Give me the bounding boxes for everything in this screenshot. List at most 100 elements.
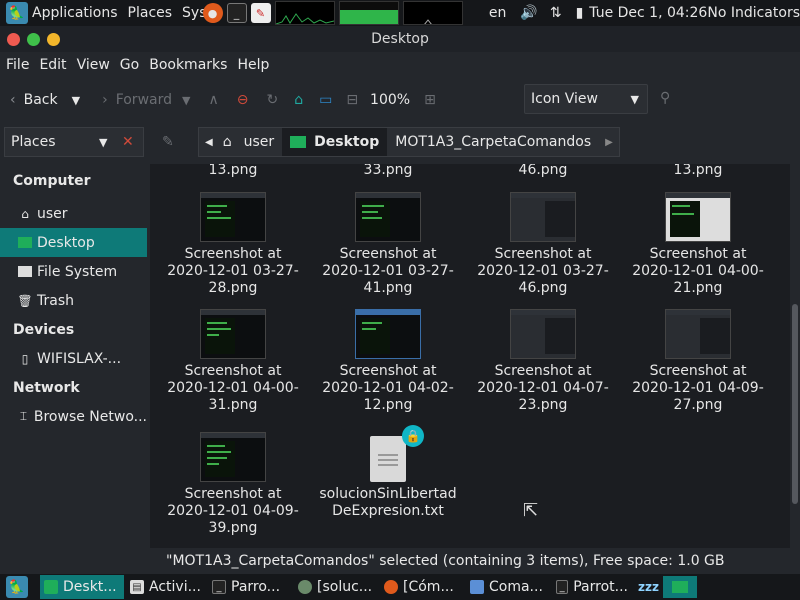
file-item[interactable]: Screenshot at 2020-12-01 04-09- 39.png bbox=[158, 432, 308, 537]
file-item[interactable]: Screenshot at 2020-12-01 03-27- 28.png bbox=[158, 192, 308, 297]
file-view[interactable]: 13.png 33.png 46.png 13.png Screenshot a… bbox=[150, 164, 790, 548]
location-bar: Places ▼ ✕ ✎ ◀ ⌂ user Desktop MOT1A3_Car… bbox=[0, 122, 800, 164]
close-sidepane-icon[interactable]: ✕ bbox=[122, 134, 134, 150]
crumb-desktop[interactable]: Desktop bbox=[282, 128, 388, 156]
zoom-in-icon[interactable]: ⊞ bbox=[424, 92, 436, 108]
editor-task-icon bbox=[298, 580, 312, 594]
terminal-icon[interactable]: _ bbox=[226, 3, 247, 23]
task-parrot-terminal-2[interactable]: _ Parrot... bbox=[552, 575, 632, 599]
places-menu[interactable]: Places bbox=[128, 5, 173, 21]
up-icon[interactable]: ∧ bbox=[208, 92, 218, 108]
sidebar-item-label: Trash bbox=[37, 292, 74, 309]
breadcrumb-left-arrow-icon[interactable]: ◀ bbox=[199, 137, 219, 148]
image-thumbnail bbox=[200, 432, 266, 482]
file-item[interactable]: 33.png bbox=[313, 164, 463, 179]
file-name-line2: 2020-12-01 04-09- bbox=[632, 380, 764, 396]
file-name-line2: 2020-12-01 03-27- bbox=[322, 263, 454, 279]
firefox-icon[interactable]: ● bbox=[202, 3, 223, 23]
applications-menu[interactable]: Applications bbox=[32, 5, 118, 21]
menu-bookmarks[interactable]: Bookmarks bbox=[149, 57, 227, 73]
workspace-icon bbox=[671, 581, 688, 593]
task-parrot-terminal-1[interactable]: _ Parro... bbox=[208, 575, 292, 599]
task-label: [soluc... bbox=[317, 579, 373, 595]
menubar: File Edit View Go Bookmarks Help bbox=[0, 52, 800, 78]
back-label: Back bbox=[23, 92, 58, 108]
home-folder-icon[interactable]: ⌂ bbox=[294, 92, 303, 108]
task-activities[interactable]: ▤ Activi... bbox=[126, 575, 206, 599]
computer-icon[interactable]: ▭ bbox=[319, 92, 332, 108]
sidebar-item-user[interactable]: ⌂ user bbox=[0, 199, 147, 228]
keyboard-layout[interactable]: en bbox=[489, 5, 507, 21]
menu-edit[interactable]: Edit bbox=[39, 57, 66, 73]
app-launcher-icon[interactable]: ✎ bbox=[250, 3, 271, 23]
file-item[interactable]: 13.png bbox=[623, 164, 773, 179]
sidebar-item-trash[interactable]: 🗑 Trash bbox=[0, 286, 147, 315]
file-name-line1: solucionSinLibertad bbox=[319, 486, 457, 502]
task-desktop[interactable]: Deskt... bbox=[40, 575, 124, 599]
file-item[interactable]: Screenshot at 2020-12-01 04-02- 12.png bbox=[313, 309, 463, 414]
file-item[interactable]: 46.png bbox=[468, 164, 618, 179]
breadcrumb-home-icon[interactable]: ⌂ bbox=[219, 134, 236, 150]
image-thumbnail bbox=[510, 309, 576, 359]
workspace-switcher[interactable] bbox=[662, 576, 697, 598]
titlebar[interactable]: Desktop bbox=[0, 26, 800, 52]
back-button[interactable]: ‹ Back bbox=[10, 85, 58, 115]
sidepane-select[interactable]: Places ▼ ✕ bbox=[4, 127, 144, 157]
file-item[interactable]: 13.png bbox=[158, 164, 308, 179]
file-item[interactable]: Screenshot at 2020-12-01 04-00- 31.png bbox=[158, 309, 308, 414]
terminal-task-icon: _ bbox=[212, 580, 226, 594]
file-name-line2: 2020-12-01 04-07- bbox=[477, 380, 609, 396]
forward-button[interactable]: › Forward bbox=[102, 85, 172, 115]
file-item[interactable]: Screenshot at 2020-12-01 03-27- 46.png bbox=[468, 192, 618, 297]
file-item[interactable]: Screenshot at 2020-12-01 03-27- 41.png bbox=[313, 192, 463, 297]
file-name-line3: 12.png bbox=[363, 397, 413, 413]
parrot-menu-icon[interactable]: 🦜 bbox=[6, 576, 28, 598]
toggle-path-icon[interactable]: ✎ bbox=[162, 134, 174, 150]
crumb-carpeta[interactable]: MOT1A3_CarpetaComandos bbox=[387, 128, 599, 156]
zoom-out-icon[interactable]: ⊟ bbox=[346, 92, 358, 108]
indicators[interactable]: No Indicators bbox=[707, 5, 800, 21]
menu-file[interactable]: File bbox=[6, 57, 29, 73]
sidebar-item-desktop[interactable]: Desktop bbox=[0, 228, 147, 257]
task-comandos[interactable]: Coma... bbox=[466, 575, 550, 599]
trash-icon: 🗑 bbox=[17, 293, 33, 308]
scrollbar[interactable] bbox=[790, 164, 800, 548]
image-thumbnail bbox=[355, 192, 421, 242]
sidebar-item-file-system[interactable]: File System bbox=[0, 257, 147, 286]
file-name-line3: 28.png bbox=[208, 280, 258, 296]
file-item[interactable]: Screenshot at 2020-12-01 04-07- 23.png bbox=[468, 309, 618, 414]
battery-icon[interactable]: ▮ bbox=[576, 5, 584, 21]
task-label: Activi... bbox=[149, 579, 201, 595]
file-name-line2: 2020-12-01 04-00- bbox=[167, 380, 299, 396]
sidebar-item-wifislax[interactable]: ▯ WIFISLAX-... bbox=[0, 344, 147, 373]
network-arrows-icon[interactable]: ⇅ bbox=[550, 5, 562, 21]
forward-history-dropdown-icon[interactable]: ▼ bbox=[182, 94, 190, 107]
volume-icon[interactable]: 🔊 bbox=[520, 5, 537, 21]
menu-view[interactable]: View bbox=[77, 57, 110, 73]
status-text: "MOT1A3_CarpetaComandos" selected (conta… bbox=[166, 553, 725, 569]
menu-go[interactable]: Go bbox=[120, 57, 139, 73]
sidebar-heading-computer: Computer bbox=[13, 172, 91, 189]
search-icon[interactable]: ⚲ bbox=[660, 90, 670, 106]
sleep-indicator[interactable]: zzz bbox=[638, 580, 659, 594]
crumb-user[interactable]: user bbox=[236, 128, 283, 156]
file-item[interactable]: Screenshot at 2020-12-01 04-00- 21.png bbox=[623, 192, 773, 297]
scrollbar-thumb[interactable] bbox=[792, 304, 798, 504]
parrot-logo-icon[interactable]: 🦜 bbox=[6, 2, 28, 24]
file-item[interactable]: solucionSinLibertad DeExpresion.txt bbox=[313, 436, 463, 520]
sidebar-item-label: WIFISLAX-... bbox=[37, 350, 122, 367]
file-item[interactable]: Screenshot at 2020-12-01 04-09- 27.png bbox=[623, 309, 773, 414]
task-label: Parro... bbox=[231, 579, 281, 595]
stop-icon[interactable]: ⊖ bbox=[237, 92, 249, 108]
sidebar-item-browse-network[interactable]: ⌶ Browse Netwo... bbox=[0, 402, 147, 431]
back-history-dropdown-icon[interactable]: ▼ bbox=[72, 94, 80, 107]
file-name-line2: 2020-12-01 03-27- bbox=[167, 263, 299, 279]
breadcrumb-right-arrow-icon[interactable]: ▶ bbox=[599, 137, 619, 148]
view-mode-select[interactable]: Icon View ▼ bbox=[524, 84, 648, 114]
task-firefox[interactable]: [Cóm... bbox=[380, 575, 464, 599]
clock[interactable]: Tue Dec 1, 04:26 bbox=[589, 5, 707, 21]
menu-help[interactable]: Help bbox=[237, 57, 269, 73]
lock-icon: 🔒 bbox=[402, 425, 424, 447]
reload-icon[interactable]: ↻ bbox=[266, 92, 278, 108]
task-solucion[interactable]: [soluc... bbox=[294, 575, 378, 599]
